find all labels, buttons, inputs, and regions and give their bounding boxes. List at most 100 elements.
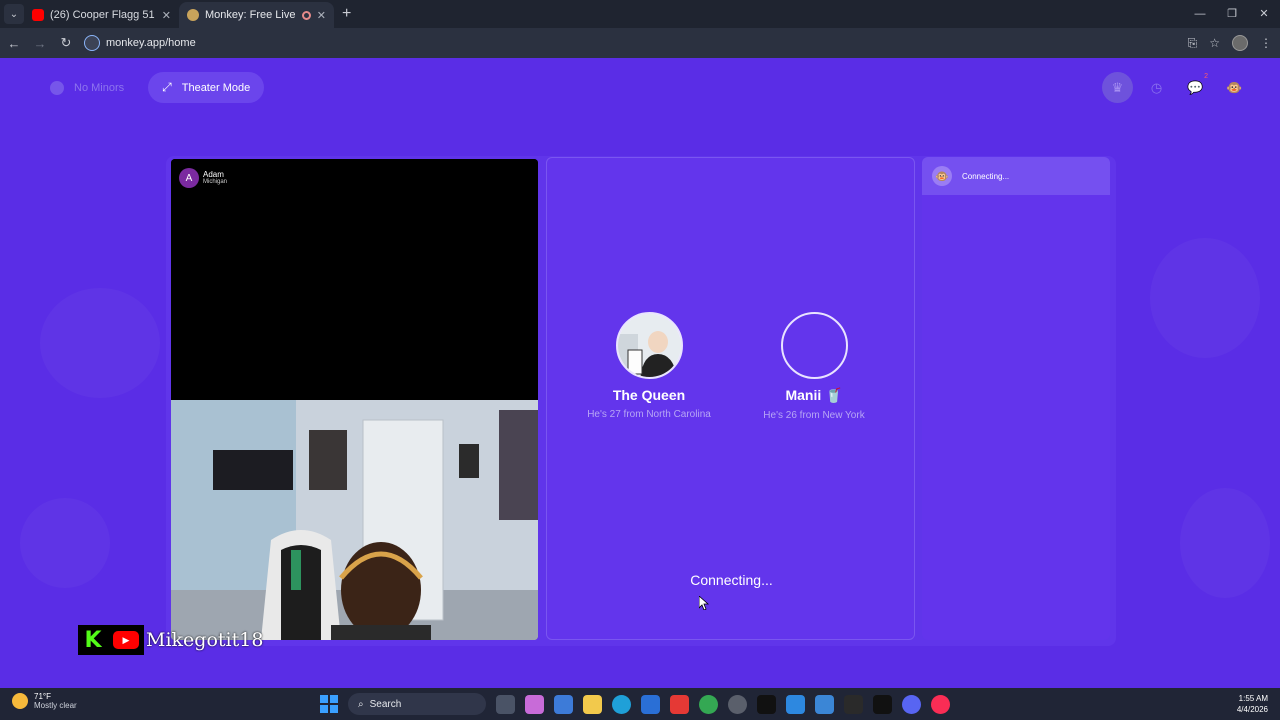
terminal-icon[interactable] [873, 694, 892, 714]
streamer-overlay: K ▶ Mikegotit18 [78, 625, 263, 655]
browser-menu-icon[interactable]: ⋮ [1260, 36, 1272, 50]
theater-mode-label: Theater Mode [181, 81, 251, 94]
close-tab-icon[interactable]: ✕ [317, 9, 326, 22]
address-bar[interactable]: monkey.app/home [84, 32, 196, 54]
chat-status-row: 🐵 Connecting... [922, 157, 1110, 195]
monkey-page: No Minors ⤢ Theater Mode ♛ ◷ 💬 2 🐵 A Adam… [0, 58, 1280, 688]
discord-icon[interactable] [902, 694, 921, 714]
store-icon[interactable] [554, 694, 573, 714]
restore-icon[interactable]: ❐ [1216, 0, 1248, 28]
no-minors-icon [50, 80, 64, 95]
edge-icon[interactable] [612, 694, 631, 714]
file-explorer-icon[interactable] [583, 694, 602, 714]
profile-avatar[interactable] [1232, 35, 1248, 51]
profile-photo-image [617, 314, 681, 377]
profile-avatar-empty [780, 312, 848, 379]
site-info-icon[interactable] [84, 35, 100, 51]
background-decoration [40, 288, 160, 398]
photos-icon[interactable] [786, 694, 805, 714]
match-panel: The Queen He's 27 from North Carolina Ma… [546, 157, 915, 640]
monkey-favicon-icon [187, 9, 199, 21]
chat-side-panel: 🐵 Connecting... [922, 157, 1110, 640]
profile-description: He's 27 from North Carolina [587, 409, 711, 420]
no-minors-toggle[interactable]: No Minors [36, 72, 138, 103]
youtube-favicon-icon [32, 9, 44, 21]
windows-start-icon[interactable] [320, 695, 338, 713]
profile-card-the-queen[interactable]: The Queen He's 27 from North Carolina [582, 312, 716, 420]
new-tab-button[interactable]: + [342, 5, 351, 23]
chrome-icon[interactable] [699, 694, 718, 714]
crown-icon[interactable]: ♛ [1102, 72, 1133, 103]
taskbar-apps: ⌕ Search [320, 692, 950, 716]
streamer-handle: Mikegotit18 [146, 629, 264, 651]
task-view-icon[interactable] [496, 694, 515, 714]
caller-info: A Adam Michigan [179, 168, 227, 188]
copilot-icon[interactable] [525, 694, 544, 714]
tab-monkey[interactable]: Monkey: Free Live Video Ch ✕ [179, 2, 334, 28]
url-text[interactable]: monkey.app/home [106, 37, 196, 49]
connecting-status: Connecting... [690, 572, 773, 588]
close-window-icon[interactable]: ✕ [1248, 0, 1280, 28]
steam-icon[interactable] [728, 694, 747, 714]
background-decoration [20, 498, 110, 588]
windows-taskbar: 71°F Mostly clear ⌕ Search 1:55 AM 4/4/2… [0, 688, 1280, 720]
clock-time: 1:55 AM [1238, 694, 1268, 703]
system-clock[interactable]: 1:55 AM 4/4/2026 [1237, 693, 1268, 715]
background-decoration [1180, 488, 1270, 598]
caller-location: Michigan [203, 179, 228, 185]
outlook-icon[interactable] [641, 694, 660, 714]
capcut-icon[interactable] [757, 694, 776, 714]
profile-name: The Queen [612, 387, 686, 403]
webcam-room-image [171, 400, 538, 640]
theater-mode-button[interactable]: ⤢ Theater Mode [148, 72, 265, 103]
tab-youtube[interactable]: (26) Cooper Flagg 51 POINTS v ✕ [24, 2, 179, 28]
profile-monkey-icon[interactable]: 🐵 [1219, 72, 1250, 103]
expand-icon: ⤢ [162, 80, 172, 94]
profile-avatar [615, 312, 683, 379]
profile-card-manii[interactable]: Manii 🥤 He's 26 from New York [747, 312, 881, 421]
search-icon: ⌕ [358, 698, 364, 710]
reload-icon[interactable]: ↻ [54, 35, 78, 51]
side-connecting-text: Connecting... [962, 171, 1010, 181]
video-panel: A Adam Michigan [171, 159, 538, 640]
remote-video: A Adam Michigan [171, 159, 538, 400]
back-icon[interactable]: ← [2, 36, 26, 51]
youtube-logo-icon: ▶ [108, 625, 144, 655]
profile-name: Manii 🥤 [785, 387, 843, 403]
self-camera-video [171, 400, 538, 640]
music-icon[interactable] [931, 694, 950, 714]
minimize-icon[interactable]: — [1184, 0, 1216, 28]
forward-icon[interactable]: → [28, 36, 52, 51]
caller-name: Adam [203, 170, 224, 179]
install-app-icon[interactable]: ⎘ [1188, 36, 1198, 51]
window-controls: — ❐ ✕ [1184, 0, 1280, 28]
no-minors-label: No Minors [74, 81, 125, 94]
browser-tab-strip: ⌄ (26) Cooper Flagg 51 POINTS v ✕ Monkey… [0, 0, 1280, 28]
weather-widget[interactable]: 71°F Mostly clear [12, 692, 77, 710]
app-window-icon[interactable] [815, 694, 834, 714]
monkey-avatar-icon: 🐵 [932, 166, 952, 186]
top-right-controls: ♛ ◷ 💬 2 🐵 [1102, 72, 1250, 103]
tab-search-button[interactable]: ⌄ [4, 4, 24, 24]
browser-toolbar: ← → ↻ monkey.app/home ⎘ ☆ ⋮ [0, 28, 1280, 58]
youtube-app-icon[interactable] [670, 694, 689, 714]
top-left-controls: No Minors ⤢ Theater Mode [36, 72, 265, 103]
caller-avatar: A [179, 168, 199, 188]
epic-games-icon[interactable] [844, 694, 863, 714]
weather-temperature: 71°F [34, 692, 51, 701]
taskbar-search[interactable]: ⌕ Search [348, 693, 486, 715]
history-icon[interactable]: ◷ [1141, 72, 1172, 103]
weather-moon-icon [12, 693, 28, 709]
messages-icon[interactable]: 💬 2 [1180, 72, 1211, 103]
kick-logo-icon: K [78, 625, 108, 655]
messages-badge: 2 [1204, 73, 1208, 80]
toolbar-actions: ⎘ ☆ ⋮ [1188, 28, 1272, 58]
profile-description: He's 26 from New York [763, 410, 865, 421]
search-label: Search [369, 698, 402, 710]
bookmark-star-icon[interactable]: ☆ [1209, 36, 1220, 50]
close-tab-icon[interactable]: ✕ [162, 9, 171, 22]
tab-title: Monkey: Free Live Video Ch [205, 9, 296, 21]
tab-title: (26) Cooper Flagg 51 POINTS v [50, 9, 156, 21]
clock-date: 4/4/2026 [1236, 705, 1268, 714]
background-decoration [1150, 238, 1260, 358]
